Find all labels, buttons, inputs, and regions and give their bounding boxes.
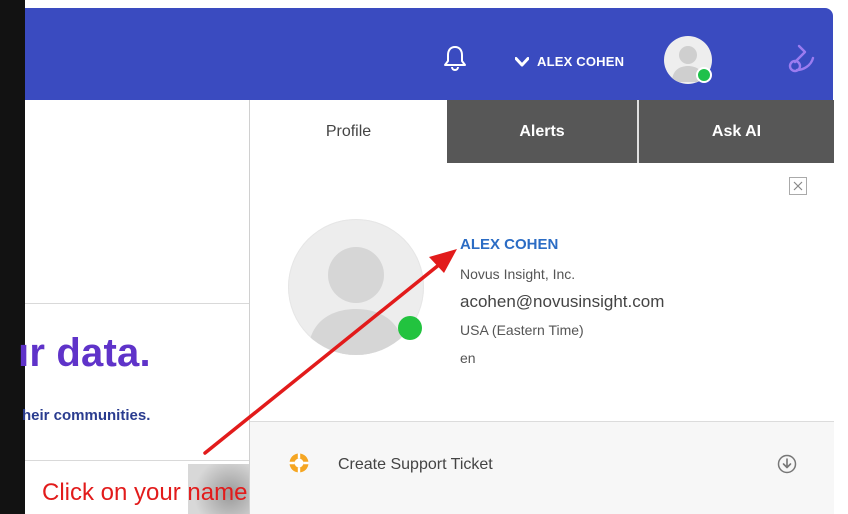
lifebuoy-icon	[289, 453, 309, 473]
online-status-dot	[696, 67, 712, 83]
panel-tabs: Profile Alerts Ask AI	[250, 100, 834, 163]
top-navigation-bar: ALEX COHEN	[25, 8, 833, 100]
online-status-dot	[398, 316, 422, 340]
main-content	[25, 100, 249, 514]
chevron-down-icon	[515, 56, 529, 66]
profile-company: Novus Insight, Inc.	[460, 266, 576, 282]
user-menu-name: ALEX COHEN	[537, 54, 625, 69]
tab-alerts[interactable]: Alerts	[447, 100, 639, 163]
profile-email: acohen@novusinsight.com	[460, 292, 665, 311]
close-icon	[793, 181, 803, 191]
divider	[25, 460, 249, 461]
create-support-ticket-button[interactable]: Create Support Ticket	[250, 422, 834, 514]
annotation-label: Click on your name	[42, 479, 248, 506]
tab-profile[interactable]: Profile	[250, 100, 447, 163]
profile-timezone: USA (Eastern Time)	[460, 322, 584, 338]
support-ticket-label: Create Support Ticket	[338, 456, 493, 473]
profile-name-link[interactable]: ALEX COHEN	[460, 236, 558, 253]
bell-icon[interactable]	[442, 44, 468, 72]
brand-icon[interactable]	[785, 42, 819, 76]
hero-heading: ır data.	[18, 331, 151, 375]
hero-subheading: heir communities.	[22, 407, 151, 424]
user-menu-toggle[interactable]: ALEX COHEN	[515, 54, 624, 69]
profile-language: en	[460, 350, 476, 366]
close-button[interactable]	[789, 177, 807, 195]
download-icon[interactable]	[777, 454, 797, 474]
tab-ask-ai[interactable]: Ask AI	[639, 100, 834, 163]
divider	[25, 303, 249, 304]
profile-panel: Profile Alerts Ask AI ALEX COHEN Novus I…	[249, 100, 834, 514]
